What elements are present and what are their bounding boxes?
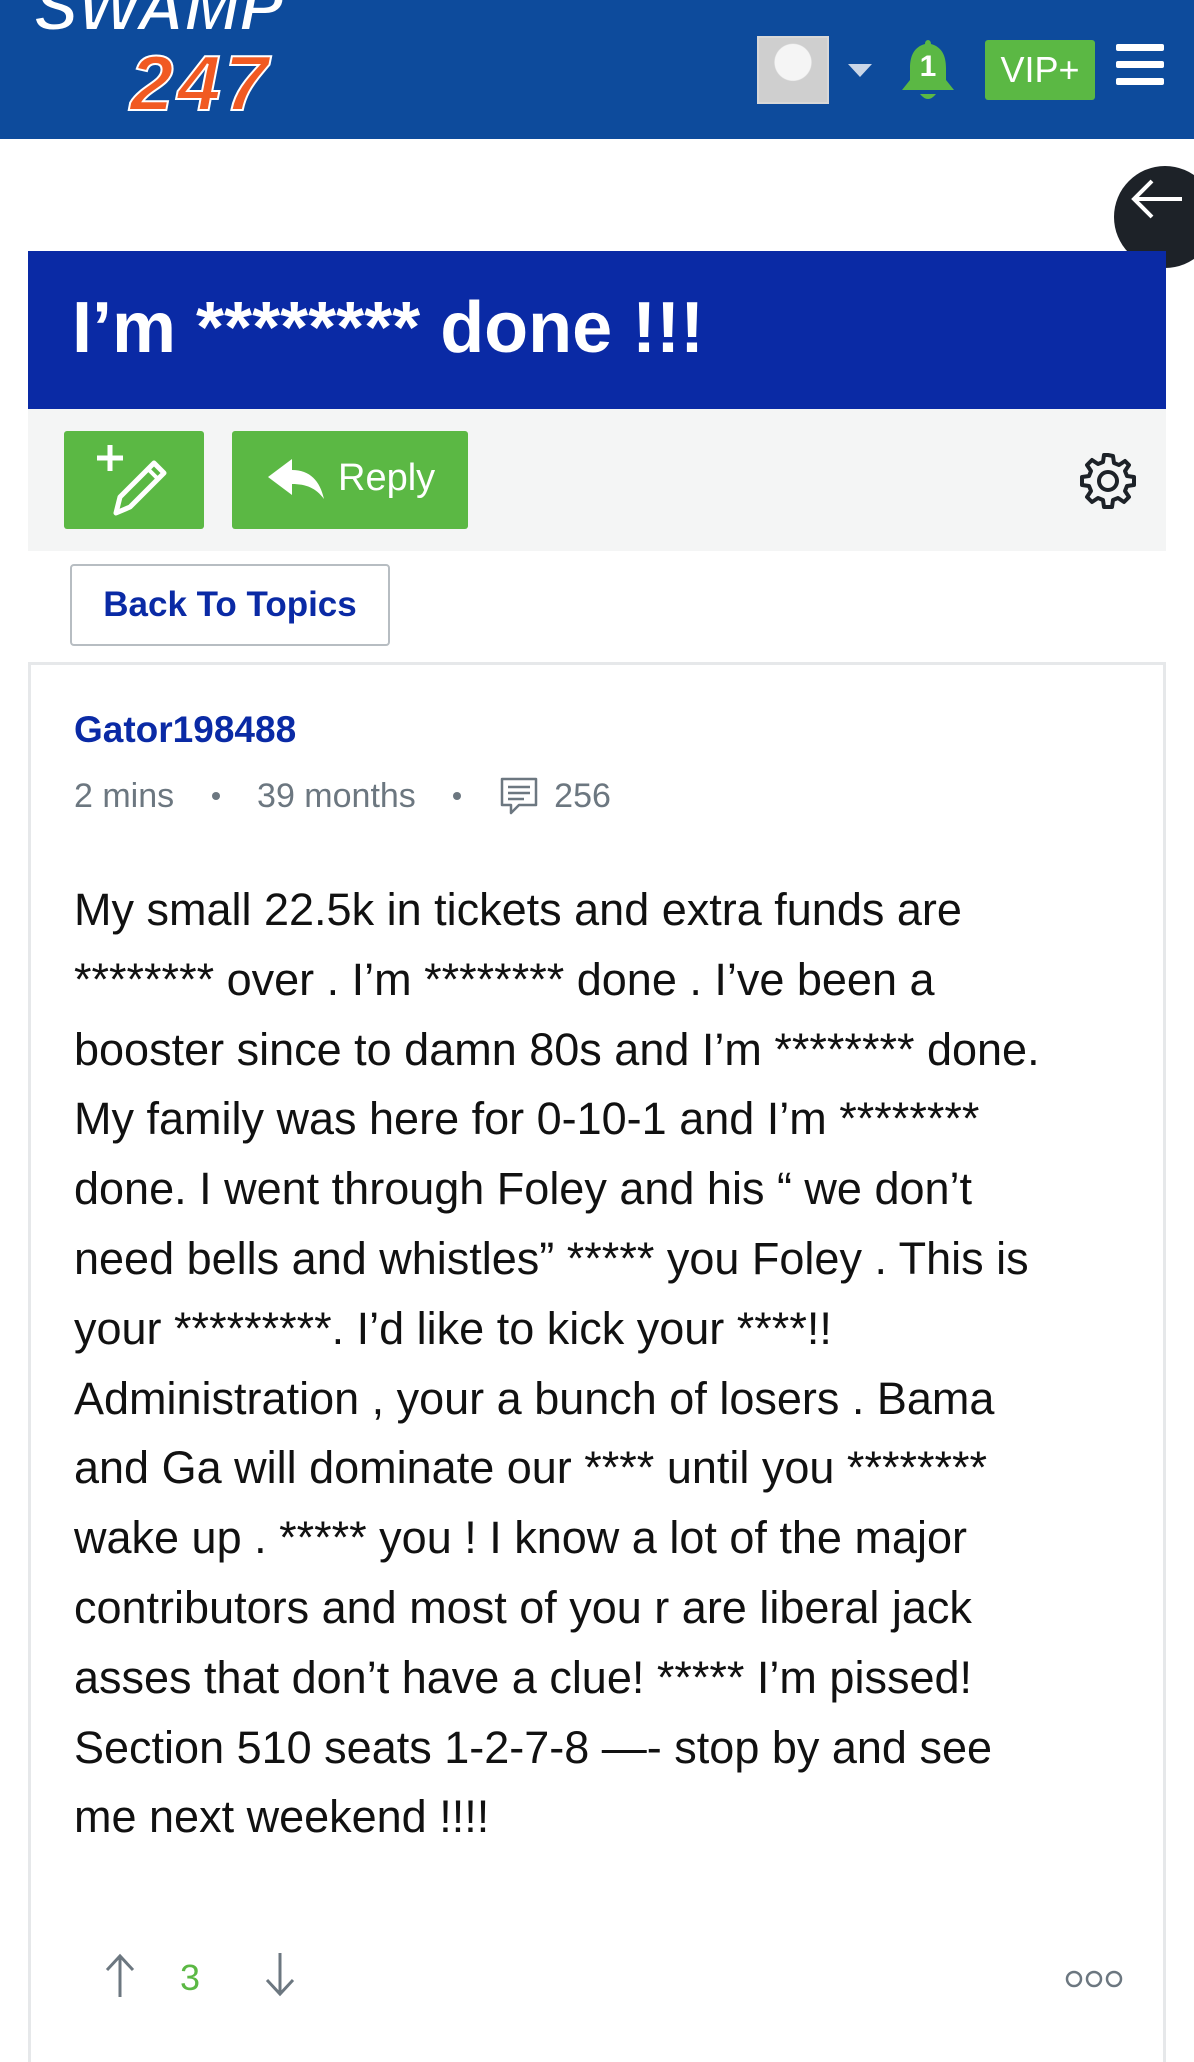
post-body-line: asses that don’t have a clue! ***** I’m …: [74, 1651, 973, 1703]
vip-plus-button[interactable]: VIP+: [985, 40, 1095, 100]
reply-label: Reply: [338, 457, 436, 499]
chevron-down-icon[interactable]: [848, 64, 872, 77]
post-body-line: me next weekend !!!!: [74, 1791, 490, 1843]
more-options-icon[interactable]: [1064, 1969, 1124, 1989]
reply-arrow-icon: [268, 459, 324, 499]
vote-bar: 3: [74, 1945, 1124, 2005]
downvote-arrow-icon[interactable]: [262, 1951, 298, 1999]
thread-settings-button[interactable]: [1078, 451, 1138, 511]
post-body-line: contributors and most of you r are liber…: [74, 1581, 972, 1633]
posts-icon: [499, 776, 539, 816]
reply-button[interactable]: Reply: [232, 431, 468, 529]
thread-title-banner: I’m ******** done !!!: [28, 251, 1166, 409]
thread-title: I’m ******** done !!!: [72, 288, 705, 368]
user-avatar[interactable]: [757, 36, 829, 104]
swamp247-logo[interactable]: SWAMP 247: [30, 0, 510, 132]
back-to-topics-button[interactable]: Back To Topics: [70, 564, 390, 646]
notification-bell[interactable]: 1: [898, 36, 958, 104]
meta-separator: [453, 792, 462, 801]
post-body-line: done. I went through Foley and his “ we …: [74, 1163, 973, 1215]
pencil-plus-icon: [97, 445, 167, 516]
hamburger-menu-icon[interactable]: [1116, 44, 1164, 86]
logo-swamp-text: SWAMP: [34, 0, 284, 44]
post-body-line: wake up . ***** you ! I know a lot of th…: [74, 1512, 967, 1564]
thread-toolbar: Reply: [28, 409, 1166, 551]
notification-count: 1: [919, 50, 937, 83]
post-body-line: Administration , your a bunch of losers …: [74, 1372, 995, 1424]
new-topic-button[interactable]: [64, 431, 204, 529]
vote-score: 3: [180, 1957, 201, 1998]
post-author[interactable]: Gator198488: [74, 709, 296, 751]
post-body: My small 22.5k in tickets and extra fund…: [74, 875, 1154, 1852]
post-card: Gator198488 2 mins 39 months 256 My smal…: [28, 662, 1166, 2062]
logo-247-text: 247: [128, 39, 272, 127]
post-body-line: and Ga will dominate our **** until you …: [74, 1442, 988, 1494]
meta-separator: [211, 792, 220, 801]
post-body-line: need bells and whistles” ***** you Foley…: [74, 1232, 1029, 1284]
site-header: SWAMP 247 1 VIP+: [0, 0, 1194, 139]
post-body-line: My small 22.5k in tickets and extra fund…: [74, 884, 962, 935]
post-time: 2 mins: [74, 776, 175, 815]
post-body-line: Section 510 seats 1-2-7-8 —- stop by and…: [74, 1721, 993, 1773]
member-tenure: 39 months: [257, 776, 416, 815]
post-meta: 2 mins 39 months 256: [74, 775, 611, 815]
post-body-line: your *********. I’d like to kick your **…: [74, 1302, 832, 1354]
post-count: 256: [554, 776, 611, 815]
gear-icon: [1080, 453, 1136, 509]
upvote-arrow-icon[interactable]: [102, 1951, 138, 1999]
post-body-line: ******** over . I’m ******** done . I’ve…: [74, 953, 935, 1005]
post-body-line: booster since to damn 80s and I’m ******…: [74, 1023, 1040, 1075]
post-body-line: My family was here for 0-10-1 and I’m **…: [74, 1093, 980, 1145]
